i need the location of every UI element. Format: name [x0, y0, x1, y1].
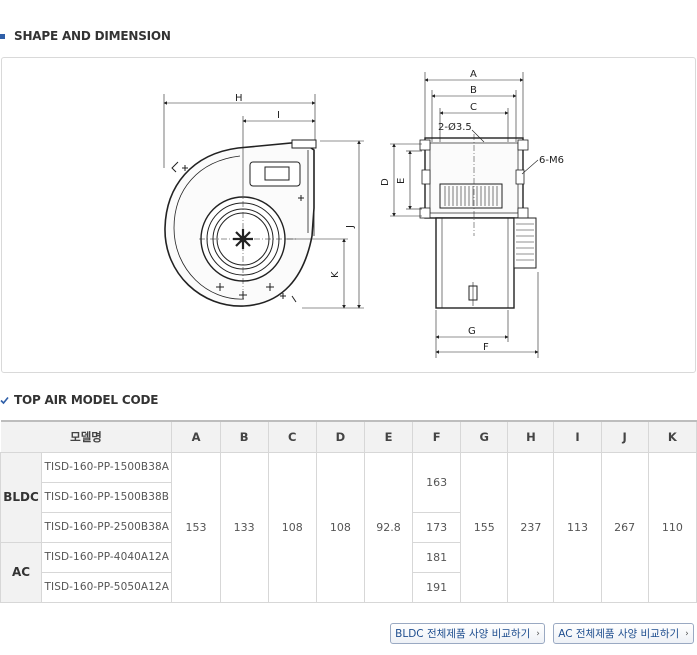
value-k: 110	[647, 451, 697, 603]
label-j: J	[345, 225, 356, 229]
label-i: I	[277, 110, 280, 121]
chevron-right-icon: ›	[536, 628, 540, 639]
header-h: H	[507, 420, 555, 453]
table-header-row: 모델명 A B C D E F G H I J K	[0, 420, 697, 453]
label-d: D	[380, 178, 391, 186]
label-g: G	[468, 326, 476, 337]
model-name: TISD-160-PP-5050A12A	[41, 571, 173, 603]
value-b: 133	[219, 451, 269, 603]
value-h: 237	[507, 451, 555, 603]
blower-drawing-svg: H I J K A B C D E F G 2-Ø3.5 6-M6	[163, 69, 564, 358]
label-c: C	[470, 102, 477, 113]
value-f: 173	[412, 511, 462, 543]
category-ac: AC	[0, 541, 43, 603]
category-bldc: BLDC	[0, 451, 43, 543]
header-i: I	[553, 420, 602, 453]
section-title-shape-text: SHAPE AND DIMENSION	[14, 29, 171, 43]
model-name: TISD-160-PP-1500B38A	[41, 451, 173, 483]
value-f: 163	[412, 451, 462, 513]
value-f: 191	[412, 571, 462, 603]
table-row: BLDC TISD-160-PP-1500B38A 153 133 108 10…	[0, 451, 697, 603]
header-e: E	[363, 420, 414, 453]
section-title-model-text: TOP AIR MODEL CODE	[14, 393, 159, 407]
value-d: 108	[315, 451, 365, 603]
model-name: TISD-160-PP-2500B38A	[41, 511, 173, 543]
section-title-shape: SHAPE AND DIMENSION	[0, 29, 171, 43]
header-c: C	[267, 420, 317, 453]
header-a: A	[171, 420, 221, 453]
value-c: 108	[267, 451, 317, 603]
header-d: D	[315, 420, 365, 453]
header-model: 모델명	[0, 420, 173, 453]
label-hole: 2-Ø3.5	[438, 121, 472, 133]
value-e: 92.8	[363, 451, 414, 603]
model-name: TISD-160-PP-1500B38B	[41, 481, 173, 513]
model-spec-table: 모델명 A B C D E F G H I J K BLDC TISD-160-…	[0, 420, 697, 603]
value-f: 181	[412, 541, 462, 573]
label-a: A	[470, 69, 477, 80]
check-icon	[0, 396, 9, 404]
header-f: F	[412, 420, 462, 453]
label-k: K	[330, 271, 341, 278]
square-bullet-icon	[0, 33, 5, 39]
header-b: B	[219, 420, 269, 453]
label-e: E	[396, 178, 407, 184]
value-i: 113	[553, 451, 602, 603]
ac-compare-label: AC 전체제품 사양 비교하기	[558, 628, 680, 640]
label-screw: 6-M6	[539, 155, 564, 166]
bldc-compare-label: BLDC 전체제품 사양 비교하기	[395, 628, 531, 640]
bldc-compare-button[interactable]: BLDC 전체제품 사양 비교하기 ›	[390, 623, 545, 644]
label-f: F	[483, 342, 489, 353]
header-j: J	[600, 420, 649, 453]
value-j: 267	[600, 451, 649, 603]
value-g: 155	[460, 451, 509, 603]
section-title-model: TOP AIR MODEL CODE	[0, 393, 158, 407]
value-a: 153	[171, 451, 221, 603]
model-name: TISD-160-PP-4040A12A	[41, 541, 173, 573]
dimension-drawing: H I J K A B C D E F G 2-Ø3.5 6-M6	[1, 57, 696, 373]
chevron-right-icon: ›	[685, 628, 689, 639]
label-h: H	[235, 93, 243, 104]
label-b: B	[470, 85, 477, 96]
header-k: K	[647, 420, 697, 453]
header-g: G	[460, 420, 509, 453]
ac-compare-button[interactable]: AC 전체제품 사양 비교하기 ›	[553, 623, 694, 644]
